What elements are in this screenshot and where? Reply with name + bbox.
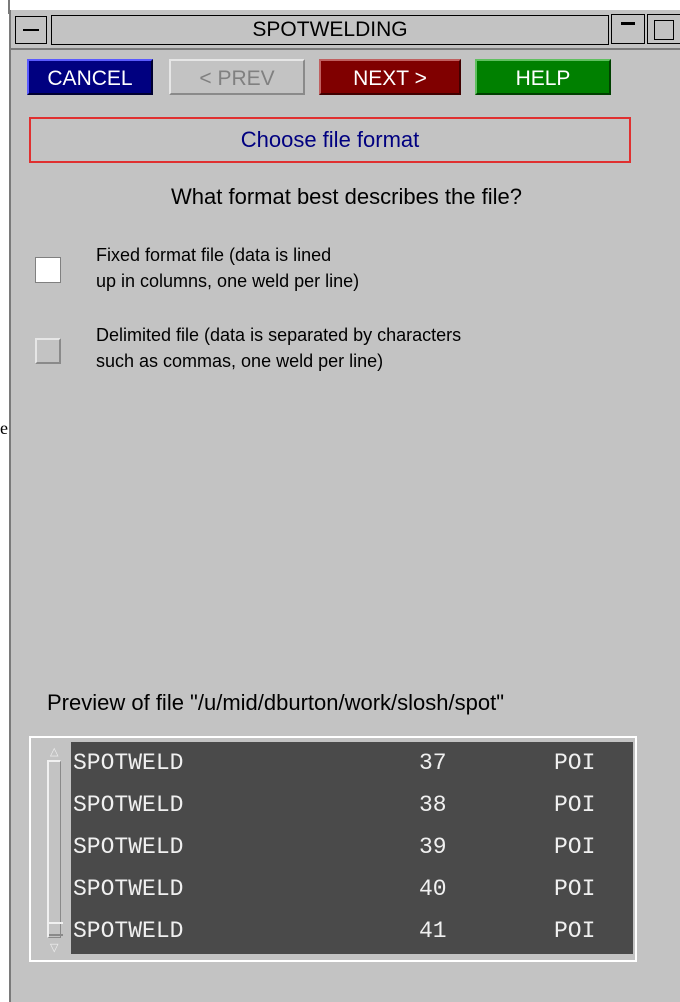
format-question: What format best describes the file? [171, 184, 522, 209]
preview-cell-type: SPOTWELD [73, 792, 184, 818]
scroll-track[interactable] [47, 760, 63, 938]
preview-cell-id: 38 [419, 792, 447, 818]
preview-cell-type: SPOTWELD [73, 750, 184, 776]
preview-row: SPOTWELD 38 POI [71, 784, 633, 826]
next-button[interactable]: NEXT > [319, 59, 461, 95]
preview-label: Preview of file "/u/mid/dburton/work/slo… [47, 690, 505, 715]
cancel-button[interactable]: CANCEL [27, 59, 153, 95]
fixed-format-label-line1: Fixed format file (data is lined [96, 245, 332, 265]
prev-button[interactable]: < PREV [169, 59, 305, 95]
preview-cell-kind: POI [554, 834, 596, 860]
file-preview-list[interactable]: △ ▽ SPOTWELD 37 POI SPOTWELD 38 POI SPOT… [29, 736, 637, 962]
preview-row: SPOTWELD 39 POI [71, 826, 633, 868]
fixed-format-label-line2: up in columns, one weld per line) [96, 271, 360, 291]
page-heading: Choose file format [29, 117, 631, 163]
preview-cell-type: SPOTWELD [73, 834, 184, 860]
fixed-format-label[interactable]: Fixed format file (data is lined up in c… [96, 242, 359, 294]
preview-cell-kind: POI [554, 876, 596, 902]
vertical-scrollbar[interactable]: △ ▽ [47, 746, 63, 954]
preview-row: SPOTWELD 40 POI [71, 868, 633, 910]
delimited-file-label-line1: Delimited file (data is separated by cha… [96, 325, 462, 345]
delimited-file-checkbox[interactable] [35, 338, 61, 364]
maximize-icon[interactable] [647, 14, 680, 44]
delimited-file-label[interactable]: Delimited file (data is separated by cha… [96, 322, 461, 374]
spotwelding-window: SPOTWELDING CANCEL < PREV NEXT > HELP Ch… [9, 10, 680, 1002]
scroll-thumb[interactable] [49, 922, 63, 936]
fixed-format-checkbox[interactable] [35, 257, 61, 283]
window-title[interactable]: SPOTWELDING [51, 15, 609, 45]
side-text: e [0, 418, 8, 438]
scroll-up-arrow-icon[interactable]: △ [50, 746, 58, 758]
preview-cell-kind: POI [554, 750, 596, 776]
delimited-file-label-line2: such as commas, one weld per line) [96, 351, 384, 371]
preview-cell-kind: POI [554, 918, 596, 944]
preview-cell-id: 37 [419, 750, 447, 776]
help-button[interactable]: HELP [475, 59, 611, 95]
preview-cell-type: SPOTWELD [73, 918, 184, 944]
preview-cell-id: 40 [419, 876, 447, 902]
preview-cell-id: 39 [419, 834, 447, 860]
preview-row: SPOTWELD 37 POI [71, 742, 633, 784]
preview-row: SPOTWELD 41 POI [71, 910, 633, 952]
scroll-down-arrow-icon[interactable]: ▽ [50, 942, 58, 954]
preview-cell-type: SPOTWELD [73, 876, 184, 902]
preview-rows: SPOTWELD 37 POI SPOTWELD 38 POI SPOTWELD… [71, 742, 633, 954]
preview-cell-kind: POI [554, 792, 596, 818]
preview-cell-id: 41 [419, 918, 447, 944]
title-bar: SPOTWELDING [11, 10, 680, 50]
window-menu-icon[interactable] [15, 16, 47, 44]
minimize-icon[interactable] [611, 14, 645, 44]
